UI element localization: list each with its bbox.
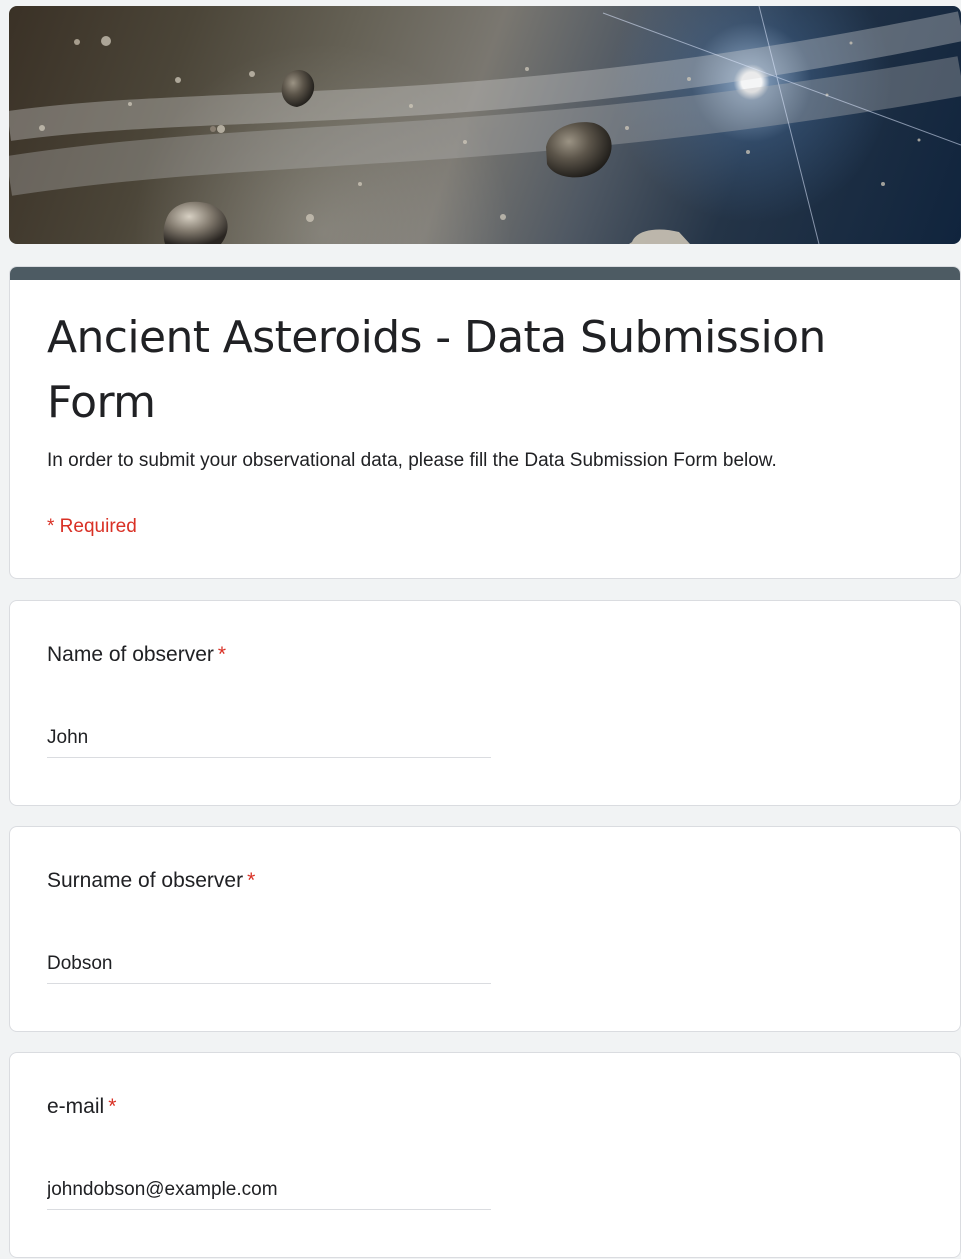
asteroids-banner-graphic: [9, 6, 961, 244]
question-card-name: Name of observer *: [9, 600, 961, 806]
surname-input[interactable]: [47, 945, 491, 984]
required-star: *: [108, 1095, 117, 1118]
required-note: * Required: [47, 516, 137, 537]
question-label-email: e-mail *: [47, 1095, 116, 1119]
email-input[interactable]: [47, 1171, 491, 1210]
question-label-text: e-mail: [47, 1095, 105, 1118]
required-star: *: [247, 869, 256, 892]
form-page: Ancient Asteroids - Data Submission Form…: [9, 0, 961, 1259]
question-card-email: e-mail *: [9, 1052, 961, 1258]
form-description: In order to submit your observational da…: [47, 450, 777, 471]
question-label-text: Name of observer: [47, 643, 214, 666]
required-star: *: [217, 643, 227, 666]
question-label-surname: Surname of observer *: [47, 869, 255, 893]
asteroids-banner-image: [9, 6, 961, 244]
question-label-name: Name of observer *: [47, 643, 226, 667]
question-card-surname: Surname of observer *: [9, 826, 961, 1032]
question-label-text: Surname of observer: [47, 869, 244, 892]
header-accent-stripe: [10, 267, 960, 280]
form-header-card: Ancient Asteroids - Data Submission Form…: [9, 266, 961, 579]
name-input[interactable]: [47, 719, 491, 758]
page-title: Ancient Asteroids - Data Submission Form: [47, 312, 826, 428]
